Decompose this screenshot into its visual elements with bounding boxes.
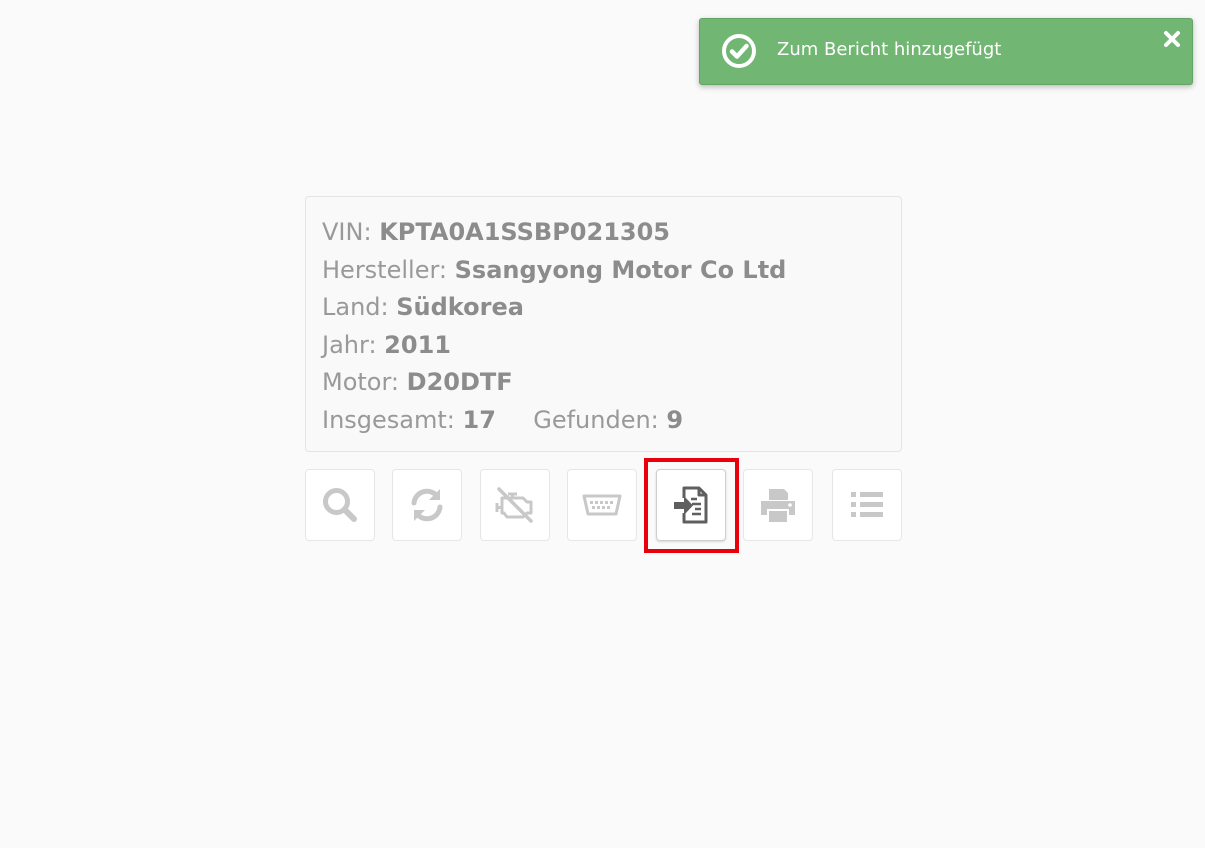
vin-value: KPTA0A1SSBP021305 (379, 218, 670, 246)
check-circle-icon (721, 33, 757, 69)
list-button[interactable] (832, 469, 902, 541)
found-label: Gefunden: (533, 405, 659, 434)
country-value: Südkorea (396, 293, 524, 321)
engine-value: D20DTF (406, 368, 513, 396)
manufacturer-value: Ssangyong Motor Co Ltd (454, 255, 787, 284)
total-label: Insgesamt: (322, 405, 455, 434)
refresh-button[interactable] (392, 469, 462, 541)
success-toast: Zum Bericht hinzugefügt (699, 18, 1193, 85)
engine-row: Motor: D20DTF (322, 364, 885, 402)
print-button[interactable] (743, 469, 813, 541)
obd-connector-button[interactable] (567, 469, 637, 541)
engine-label: Motor: (322, 368, 400, 396)
total-value: 17 (462, 405, 496, 434)
manufacturer-label: Hersteller: (322, 255, 447, 284)
counts-row: Insgesamt: 17 Gefunden: 9 (322, 402, 885, 440)
close-icon[interactable] (1161, 28, 1183, 50)
year-label: Jahr: (322, 330, 377, 359)
search-button[interactable] (305, 469, 375, 541)
toast-message: Zum Bericht hinzugefügt (777, 39, 1002, 60)
engine-off-button[interactable] (480, 469, 550, 541)
found-value: 9 (666, 405, 684, 434)
year-row: Jahr: 2011 (322, 327, 885, 365)
manufacturer-row: Hersteller: Ssangyong Motor Co Ltd (322, 252, 885, 290)
vin-label: VIN: (322, 218, 372, 246)
vehicle-info-card: VIN: KPTA0A1SSBP021305 Hersteller: Ssang… (305, 196, 902, 452)
country-label: Land: (322, 293, 389, 321)
add-to-report-button[interactable] (656, 469, 726, 541)
year-value: 2011 (384, 330, 451, 359)
vin-row: VIN: KPTA0A1SSBP021305 (322, 214, 885, 252)
country-row: Land: Südkorea (322, 289, 885, 327)
